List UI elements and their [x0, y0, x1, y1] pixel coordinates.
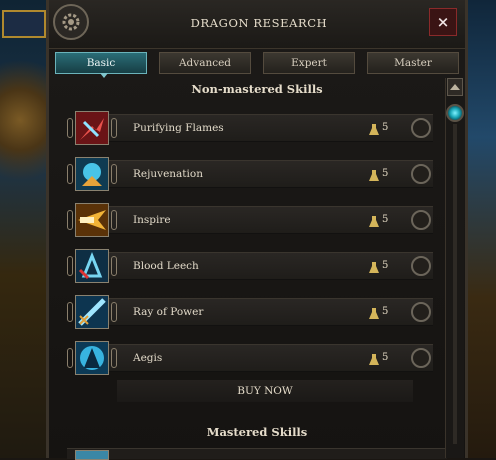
list-item[interactable]: Purifying Flames 5 — [67, 110, 433, 146]
close-icon: × — [436, 13, 450, 31]
bracket-left-icon — [67, 164, 73, 184]
list-item[interactable]: Inspire 5 — [67, 202, 433, 238]
learn-button[interactable] — [411, 118, 431, 138]
close-button[interactable]: × — [429, 8, 457, 36]
learn-button[interactable] — [411, 164, 431, 184]
list-item[interactable]: Ray of Power 5 — [67, 294, 433, 330]
learn-button[interactable] — [411, 302, 431, 322]
flask-icon — [369, 351, 379, 370]
non-mastered-heading: Non-mastered Skills — [191, 82, 323, 96]
bracket-left-icon — [67, 302, 73, 322]
bracket-left-icon — [67, 210, 73, 230]
dragon-research-panel: DRAGON RESEARCH × Basic Advanced Expert … — [46, 0, 468, 460]
flask-icon — [369, 259, 379, 278]
bracket-right-icon — [111, 348, 117, 368]
scroll-up-button[interactable] — [447, 78, 463, 96]
background-scene-left — [0, 0, 48, 458]
rejuvenation-icon — [75, 157, 109, 191]
mastered-skill-icon — [75, 450, 109, 460]
skill-name: Aegis — [133, 352, 163, 364]
tab-master[interactable]: Master — [367, 52, 459, 74]
scrollbar[interactable] — [445, 78, 464, 458]
list-item[interactable]: Rejuvenation 5 — [67, 156, 433, 192]
mastered-list — [67, 448, 447, 459]
active-tab-caret-icon — [100, 73, 108, 78]
bracket-right-icon — [111, 256, 117, 276]
buy-now-button[interactable]: BUY NOW — [117, 380, 413, 402]
background-frame — [2, 10, 46, 38]
list-item[interactable]: Aegis 5 — [67, 340, 433, 376]
bracket-left-icon — [67, 348, 73, 368]
skill-name: Purifying Flames — [133, 122, 224, 134]
mastered-heading: Mastered Skills — [206, 425, 308, 439]
aegis-icon — [75, 341, 109, 375]
skill-name: Ray of Power — [133, 306, 204, 318]
tab-bar: Basic Advanced Expert Master — [55, 52, 459, 78]
skill-cost: 5 — [382, 122, 389, 133]
skill-cost: 5 — [382, 260, 389, 271]
skill-name: Inspire — [133, 214, 171, 226]
flask-icon — [369, 121, 379, 140]
panel-header: DRAGON RESEARCH × — [49, 0, 465, 49]
bracket-right-icon — [111, 302, 117, 322]
list-item[interactable]: Blood Leech 5 — [67, 248, 433, 284]
tab-expert[interactable]: Expert — [263, 52, 355, 74]
bracket-left-icon — [67, 256, 73, 276]
skill-cost: 5 — [382, 306, 389, 317]
blood-leech-icon — [75, 249, 109, 283]
ray-of-power-icon — [75, 295, 109, 329]
skill-cost: 5 — [382, 168, 389, 179]
skill-name: Blood Leech — [133, 260, 199, 272]
learn-button[interactable] — [411, 210, 431, 230]
bracket-left-icon — [67, 118, 73, 138]
skill-cost: 5 — [382, 352, 389, 363]
tab-basic[interactable]: Basic — [55, 52, 147, 74]
scroll-thumb[interactable] — [446, 104, 464, 122]
scroll-track[interactable] — [453, 124, 457, 444]
flask-icon — [369, 167, 379, 186]
page-title: DRAGON RESEARCH — [190, 16, 328, 30]
skill-name: Rejuvenation — [133, 168, 203, 180]
bracket-right-icon — [111, 164, 117, 184]
gear-icon[interactable] — [53, 4, 89, 40]
learn-button[interactable] — [411, 256, 431, 276]
skill-cost: 5 — [382, 214, 389, 225]
bracket-right-icon — [111, 118, 117, 138]
bracket-right-icon — [111, 210, 117, 230]
purifying-flames-icon — [75, 111, 109, 145]
learn-button[interactable] — [411, 348, 431, 368]
inspire-icon — [75, 203, 109, 237]
flask-icon — [369, 305, 379, 324]
tab-advanced[interactable]: Advanced — [159, 52, 251, 74]
flask-icon — [369, 213, 379, 232]
